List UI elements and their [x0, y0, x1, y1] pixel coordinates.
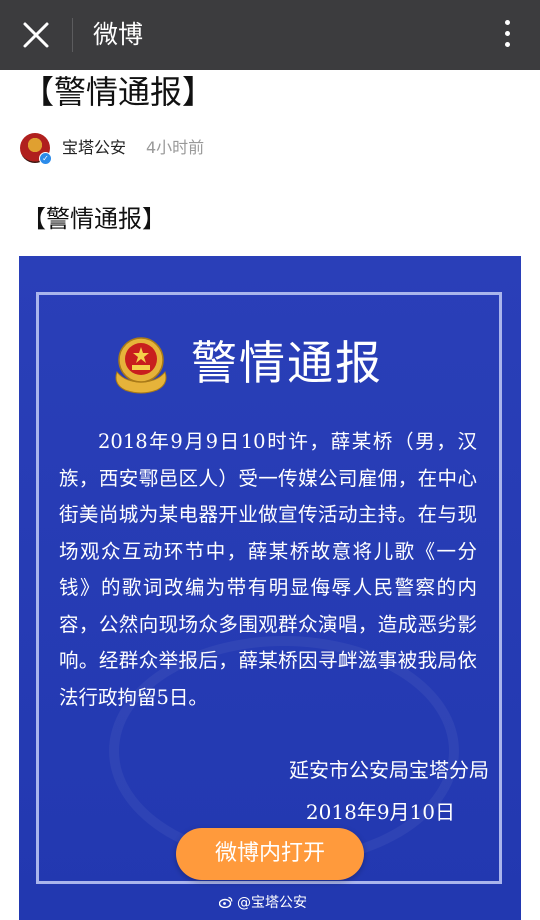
issuer-signature: 延安市公安局宝塔分局	[289, 758, 489, 782]
notice-paragraph: 2018年9月9日10时许，薛某桥（男，汉族，西安鄠邑区人）受一传媒公司雇佣，在…	[59, 430, 477, 709]
post-timestamp: 4小时前	[146, 138, 205, 157]
open-in-app-button[interactable]: 微博内打开	[176, 828, 364, 880]
close-button[interactable]	[18, 17, 54, 53]
police-emblem-icon	[115, 337, 167, 394]
weibo-logo-icon	[219, 896, 233, 908]
post-title: 【警情通报】	[22, 73, 215, 111]
weibo-watermark: @宝塔公安	[219, 892, 307, 914]
notice-poster-image[interactable]: 警情通报 2018年9月9日10时许，薛某桥（男，汉族，西安鄠邑区人）受一传媒公…	[19, 256, 521, 920]
more-vertical-icon[interactable]	[502, 20, 512, 50]
poster-title: 警情通报	[191, 336, 383, 390]
verified-badge-icon: ✓	[39, 152, 52, 165]
author-name[interactable]: 宝塔公安	[62, 137, 126, 159]
close-icon	[23, 22, 49, 48]
header-divider	[72, 18, 73, 52]
weibo-watermark-text: @宝塔公安	[237, 895, 307, 911]
issue-date: 2018年9月10日	[305, 800, 455, 824]
top-bar: 微博	[0, 0, 540, 70]
app-title: 微博	[93, 20, 144, 49]
post-body-text: 【警情通报】	[22, 205, 166, 233]
